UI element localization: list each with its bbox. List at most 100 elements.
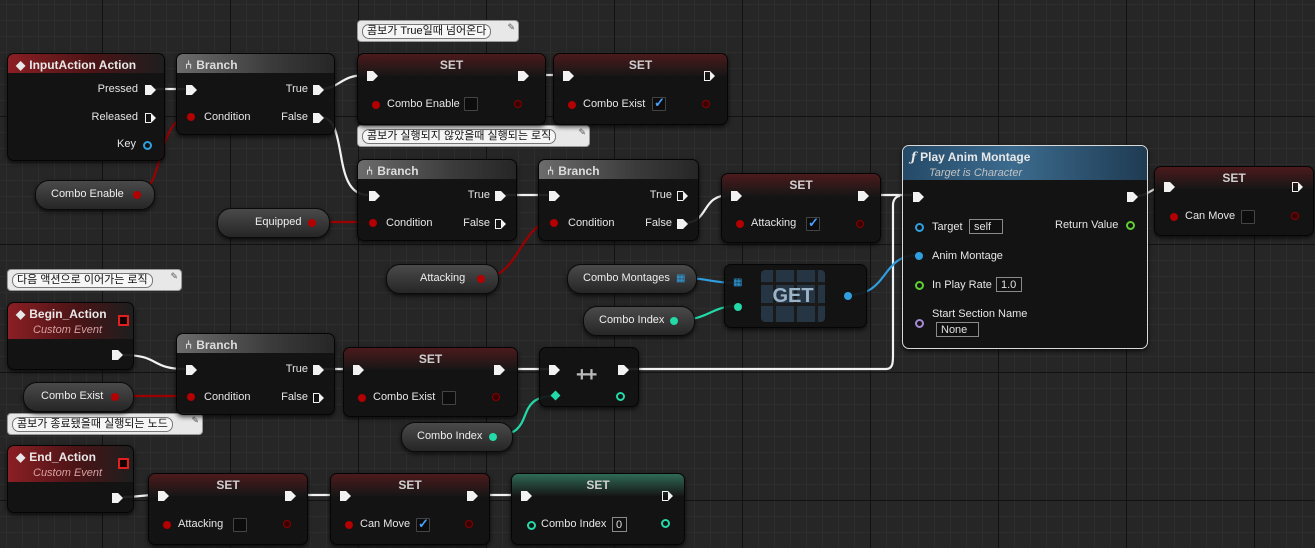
comment-bubble[interactable]: 콤보가 True일때 넘어온다 ✎	[357, 20, 519, 42]
branch-node[interactable]: ⑃ Branch True Condition False	[357, 159, 517, 241]
condition-in-pin[interactable]	[187, 393, 195, 401]
condition-in-pin[interactable]	[550, 219, 558, 227]
int-out-pin[interactable]	[616, 392, 625, 401]
play-anim-montage-node[interactable]: ƒ Play Anim Montage Target is Character Ta…	[902, 145, 1148, 349]
start-section-field[interactable]: None	[936, 322, 979, 337]
combo-exist-getter[interactable]: Combo Exist	[23, 382, 134, 412]
pin-label-condition: Condition	[204, 111, 251, 123]
combo-exist-checkbox[interactable]	[652, 95, 666, 111]
attacking-checkbox[interactable]	[233, 518, 247, 532]
int-in-pin[interactable]	[527, 521, 536, 530]
pin-icon[interactable]: ✎	[578, 127, 586, 138]
combo-index-getter[interactable]: Combo Index	[401, 422, 513, 452]
set-node[interactable]: SET Combo Index 0	[511, 473, 685, 545]
branch-node[interactable]: ⑃ Branch True Condition False	[176, 333, 335, 415]
bool-out-pin[interactable]	[1291, 212, 1299, 220]
comment-bubble[interactable]: 콤보가 실행되지 않았을때 실행되는 로직 ✎	[357, 125, 590, 147]
pin-label-in-play-rate: In Play Rate	[932, 279, 992, 291]
float-out-pin[interactable]	[1126, 221, 1135, 230]
pin-icon[interactable]: ✎	[507, 22, 515, 33]
bool-out-pin[interactable]	[283, 520, 291, 528]
blueprint-graph-canvas[interactable]: 콤보가 True일때 넘어온다 ✎ 콤보가 실행되지 않았을때 실행되는 로직 …	[0, 0, 1315, 548]
delegate-out-pin[interactable]	[118, 315, 129, 326]
bool-out-pin[interactable]	[477, 275, 485, 283]
array-get-node[interactable]: GET ▦	[724, 264, 867, 328]
delegate-out-pin[interactable]	[118, 458, 129, 469]
variable-label: Combo Index	[599, 314, 665, 326]
bool-out-pin[interactable]	[514, 100, 522, 108]
target-field[interactable]: self	[969, 219, 1003, 234]
int-in-pin[interactable]	[734, 303, 742, 311]
bool-out-pin[interactable]	[308, 219, 316, 227]
can-move-checkbox[interactable]	[1241, 210, 1255, 224]
combo-index-getter[interactable]: Combo Index	[583, 306, 695, 336]
node-title: Branch	[196, 338, 238, 352]
bool-in-pin[interactable]	[736, 220, 744, 228]
combo-index-value-field[interactable]: 0	[612, 517, 627, 532]
anim-montage-in-pin[interactable]	[915, 252, 923, 260]
object-out-pin[interactable]	[844, 292, 852, 300]
variable-label: Attacking	[420, 272, 466, 284]
key-out-pin[interactable]	[143, 141, 152, 150]
bool-out-pin[interactable]	[111, 393, 119, 401]
pin-label-false: False	[463, 217, 490, 229]
set-node[interactable]: SET Attacking	[721, 173, 881, 243]
combo-exist-checkbox[interactable]	[442, 391, 456, 405]
int-ref-in-pin[interactable]	[550, 390, 561, 401]
play-rate-field[interactable]: 1.0	[996, 277, 1022, 292]
bool-in-pin[interactable]	[163, 521, 171, 529]
branch-node[interactable]: ⑃ Branch True Condition False	[176, 53, 335, 135]
int-out-pin[interactable]	[489, 433, 497, 441]
equipped-getter[interactable]: Equipped	[217, 208, 330, 238]
variable-label: Equipped	[255, 216, 302, 228]
condition-in-pin[interactable]	[369, 219, 377, 227]
target-in-pin[interactable]	[915, 223, 924, 232]
node-title: SET	[554, 54, 727, 76]
bool-in-pin[interactable]	[568, 101, 576, 109]
begin-action-event-node[interactable]: ◆ Begin_Action Custom Event	[7, 302, 134, 370]
node-title: SET	[331, 474, 489, 496]
node-title: Play Anim Montage	[920, 150, 1031, 164]
end-action-event-node[interactable]: ◆ End_Action Custom Event	[7, 445, 134, 513]
section-name-in-pin[interactable]	[915, 319, 924, 328]
branch-node[interactable]: ⑃ Branch True Condition False	[538, 159, 699, 241]
pin-icon[interactable]: ✎	[170, 271, 178, 282]
pin-icon[interactable]: ✎	[191, 415, 199, 426]
increment-node[interactable]: ++	[539, 347, 639, 407]
int-out-pin[interactable]	[670, 317, 678, 325]
bool-out-pin[interactable]	[856, 220, 864, 228]
combo-montages-getter[interactable]: Combo Montages ▦	[567, 264, 697, 294]
set-node[interactable]: SET Attacking	[148, 473, 308, 545]
set-node[interactable]: SET Combo Exist	[343, 347, 518, 417]
bool-in-pin[interactable]	[358, 394, 366, 402]
set-node[interactable]: SET Combo Enable	[357, 53, 546, 125]
play-rate-in-pin[interactable]	[915, 281, 924, 290]
input-action-node[interactable]: ◆ InputAction Action Pressed Released Key	[7, 53, 165, 161]
combo-enable-checkbox[interactable]	[464, 97, 478, 111]
attacking-checkbox[interactable]	[806, 215, 820, 231]
bool-out-pin[interactable]	[133, 191, 141, 199]
comment-bubble[interactable]: 콤보가 종료됐을때 실행되는 노드 ✎	[7, 413, 203, 435]
bool-in-pin[interactable]	[1170, 213, 1178, 221]
combo-enable-getter[interactable]: Combo Enable	[35, 180, 155, 210]
set-node[interactable]: SET Can Move	[330, 473, 490, 545]
array-pin-icon[interactable]: ▦	[733, 277, 742, 288]
comment-bubble[interactable]: 다음 액션으로 이어가는 로직 ✎	[7, 269, 182, 291]
int-out-pin[interactable]	[661, 519, 670, 528]
node-title: End_Action	[29, 450, 96, 464]
bool-out-pin[interactable]	[492, 393, 500, 401]
bool-out-pin[interactable]	[465, 520, 473, 528]
attacking-getter[interactable]: Attacking	[386, 264, 499, 294]
variable-label: Combo Index	[417, 430, 483, 442]
bool-out-pin[interactable]	[702, 100, 710, 108]
pin-label-condition: Condition	[204, 391, 251, 403]
bool-in-pin[interactable]	[345, 521, 353, 529]
comment-text: 콤보가 True일때 넘어온다	[362, 24, 492, 39]
array-pin-icon[interactable]: ▦	[676, 273, 685, 284]
bool-in-pin[interactable]	[372, 101, 380, 109]
function-icon: ƒ	[911, 150, 917, 164]
condition-in-pin[interactable]	[187, 113, 195, 121]
set-node[interactable]: SET Combo Exist	[553, 53, 728, 125]
set-node[interactable]: SET Can Move	[1154, 166, 1314, 236]
can-move-checkbox[interactable]	[416, 516, 430, 532]
